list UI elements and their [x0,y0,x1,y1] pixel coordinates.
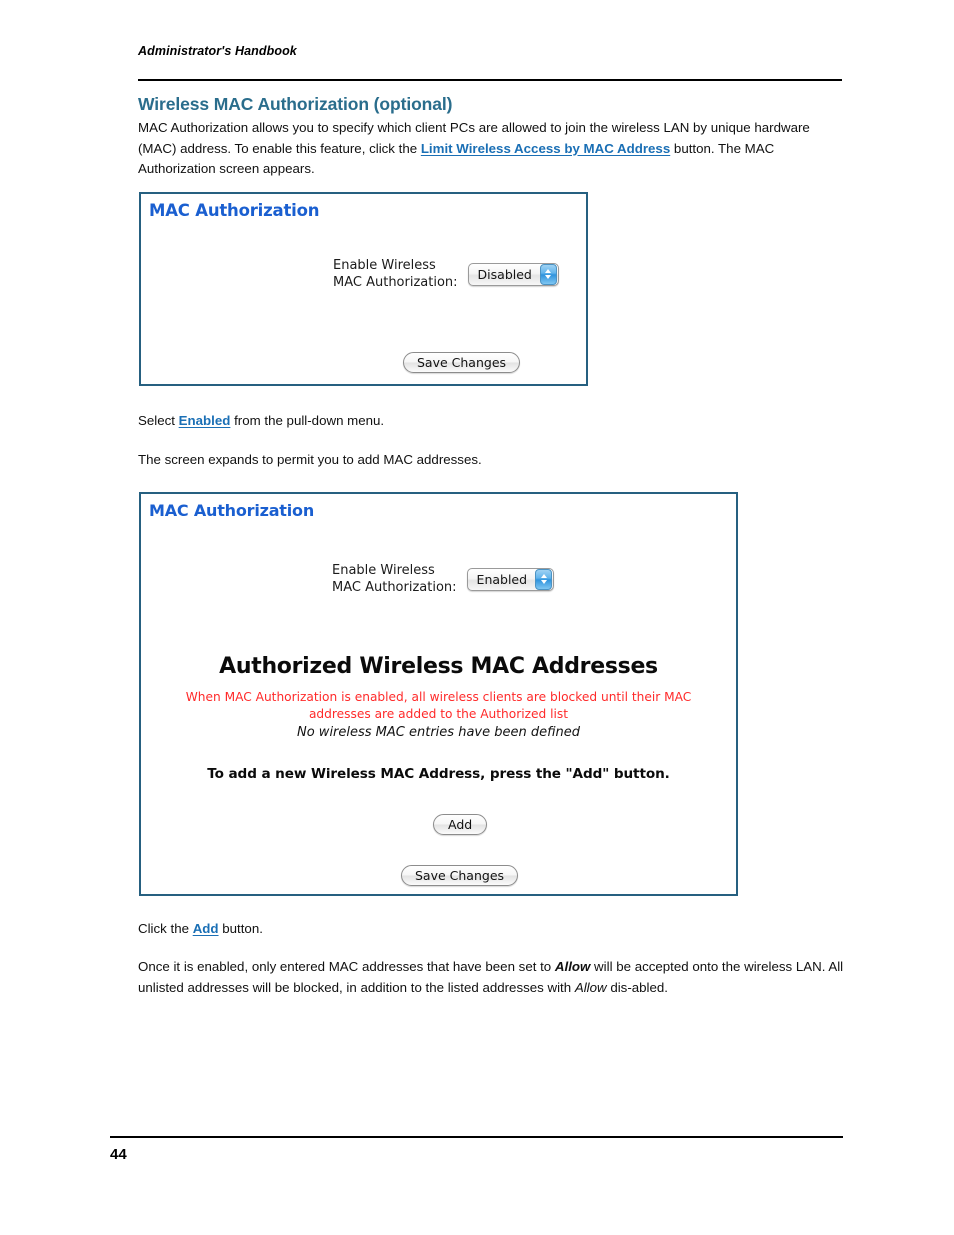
no-entries-message: No wireless MAC entries have been define… [297,725,580,740]
chevron-updown-icon[interactable] [535,568,553,590]
screenshot-mac-authorization-disabled: MAC Authorization Enable Wireless MAC Au… [139,192,588,386]
enable-wireless-mac-auth-row: Enable Wireless MAC Authorization: Enabl… [332,562,555,596]
add-button[interactable]: Add [433,814,488,835]
intro-paragraph: MAC Authorization allows you to specify … [138,118,844,180]
chevron-updown-icon[interactable] [539,263,557,285]
save-changes-button[interactable]: Save Changes [401,865,519,886]
select-text-part1: Select [138,413,179,428]
authorized-wireless-mac-addresses-heading: Authorized Wireless MAC Addresses [219,654,658,679]
panel-title-mac-authorization: MAC Authorization [149,501,315,520]
link-limit-wireless-access[interactable]: Limit Wireless Access by MAC Address [421,141,670,156]
mac-authorization-warning-text: When MAC Authorization is enabled, all w… [185,690,692,721]
clickadd-text-part2: button. [218,921,263,936]
document-page: Administrator's Handbook Wireless MAC Au… [0,0,954,1235]
chevron-up-icon [545,269,552,273]
screen-expands-paragraph: The screen expands to permit you to add … [138,452,482,467]
running-head: Administrator's Handbook [138,44,297,58]
enable-wireless-mac-auth-label: Enable Wireless MAC Authorization: [333,258,458,290]
emphasis-allow-2: Allow [574,979,607,995]
header-rule [138,79,842,81]
enable-wireless-mac-auth-label: Enable Wireless MAC Authorization: [332,563,457,595]
enable-wireless-mac-auth-dropdown[interactable]: Enabled [466,567,555,591]
chevron-up-icon [540,574,547,578]
clickadd-text-part1: Click the [138,921,193,936]
once-enabled-paragraph: Once it is enabled, only entered MAC add… [138,957,844,998]
chevron-down-icon [545,275,552,279]
link-add[interactable]: Add [193,921,219,936]
once-text-part3: dis-abled. [606,979,668,995]
emphasis-allow-1: Allow [554,959,591,974]
dropdown-selected-value: Disabled [477,266,532,282]
enable-wireless-mac-auth-dropdown[interactable]: Disabled [467,262,559,286]
dropdown-selected-value: Enabled [476,571,528,587]
footer-rule [110,1136,843,1138]
select-text-part2: from the pull-down menu. [230,413,385,428]
select-enabled-paragraph: Select Enabled from the pull-down menu. [138,411,838,432]
once-text-part1: Once it is enabled, only entered MAC add… [138,959,555,974]
chevron-down-icon [540,580,547,584]
page-number: 44 [110,1146,127,1163]
panel-title-mac-authorization: MAC Authorization [149,201,320,220]
add-instruction-text: To add a new Wireless MAC Address, press… [207,766,670,782]
save-changes-button[interactable]: Save Changes [403,352,521,373]
enable-wireless-mac-auth-row: Enable Wireless MAC Authorization: Disab… [333,257,559,291]
page-title: Wireless MAC Authorization (optional) [138,94,453,114]
screenshot-mac-authorization-enabled: MAC Authorization Enable Wireless MAC Au… [139,492,738,896]
link-enabled[interactable]: Enabled [179,413,231,428]
click-add-paragraph: Click the Add button. [138,919,838,940]
